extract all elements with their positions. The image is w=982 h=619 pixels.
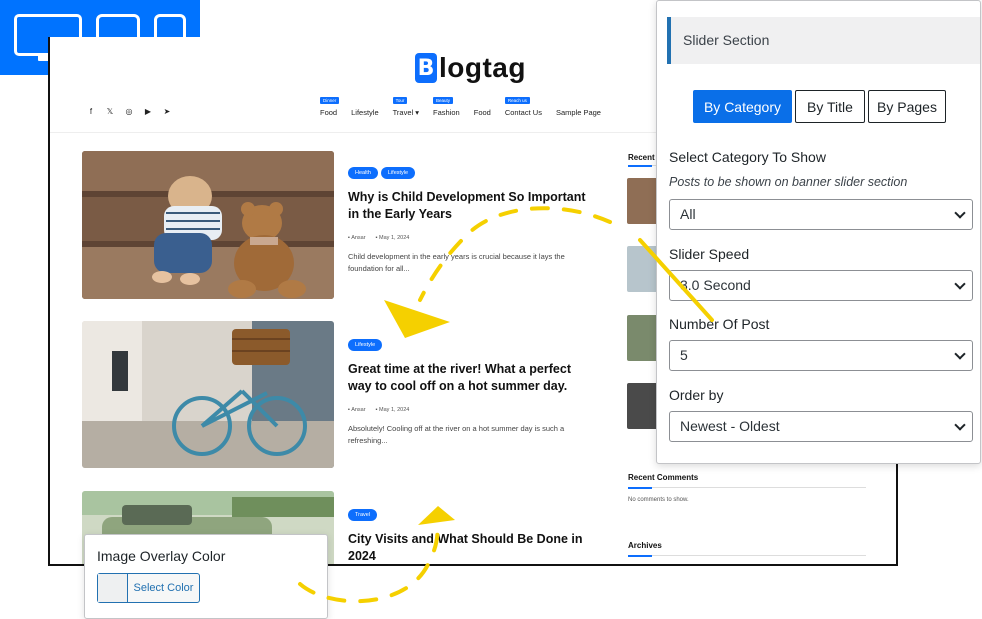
decorative-arrows [298, 206, 714, 604]
